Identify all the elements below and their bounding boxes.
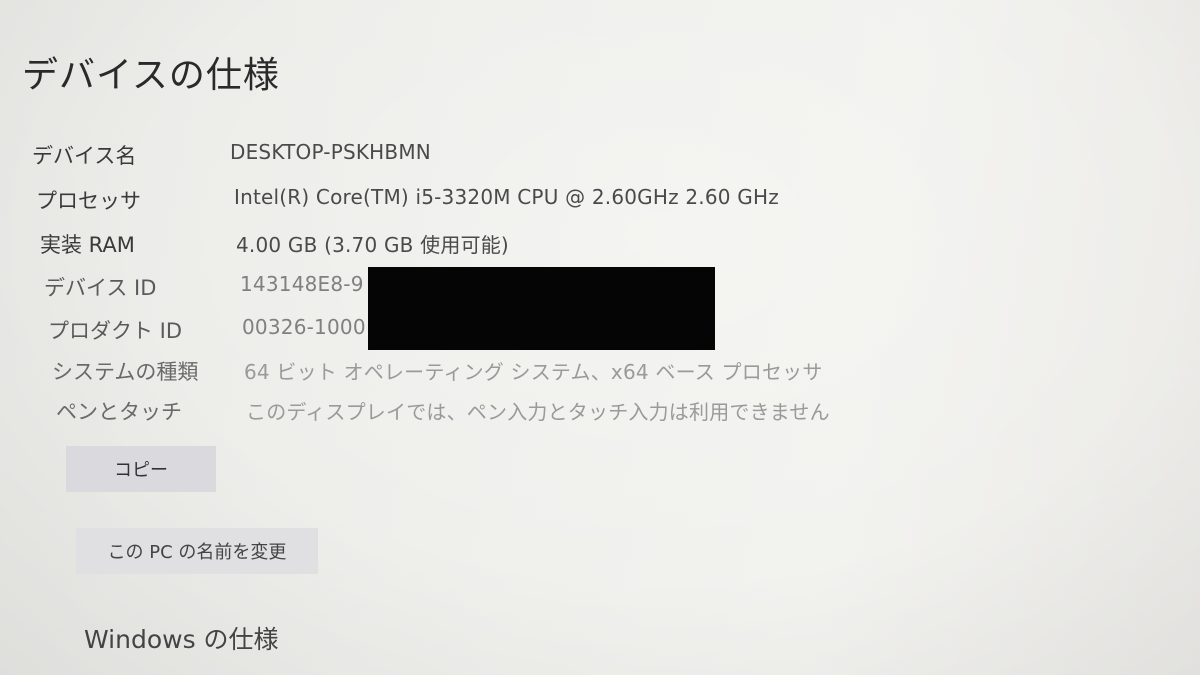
- spec-value: DESKTOP-PSKHBMN: [230, 140, 431, 164]
- spec-value: 64 ビット オペレーティング システム、x64 ベース プロセッサ: [244, 360, 823, 384]
- spec-label: プロセッサ: [36, 189, 141, 213]
- copy-button[interactable]: コピー: [66, 446, 216, 492]
- spec-value: 4.00 GB (3.70 GB 使用可能): [236, 233, 509, 257]
- spec-row-processor: プロセッサ Intel(R) Core(TM) i5-3320M CPU @ 2…: [36, 185, 936, 221]
- spec-label: デバイス名: [32, 144, 137, 168]
- spec-row-device-name: デバイス名 DESKTOP-PSKHBMN: [32, 140, 932, 176]
- spec-value: このディスプレイでは、ペン入力とタッチ入力は利用できません: [246, 400, 830, 424]
- page-title: デバイスの仕様: [22, 55, 280, 96]
- spec-row-pen-and-touch: ペンとタッチ このディスプレイでは、ペン入力とタッチ入力は利用できません: [56, 396, 956, 432]
- rename-pc-button[interactable]: この PC の名前を変更: [76, 528, 318, 574]
- windows-spec-heading: Windows の仕様: [84, 625, 279, 654]
- spec-label: 実装 RAM: [40, 233, 135, 257]
- spec-value: Intel(R) Core(TM) i5-3320M CPU @ 2.60GHz…: [234, 185, 779, 209]
- spec-label: システムの種類: [52, 360, 199, 384]
- spec-row-installed-ram: 実装 RAM 4.00 GB (3.70 GB 使用可能): [40, 229, 940, 265]
- spec-value: 00326-1000: [242, 315, 366, 339]
- spec-row-system-type: システムの種類 64 ビット オペレーティング システム、x64 ベース プロセ…: [52, 356, 952, 392]
- spec-label: デバイス ID: [44, 276, 157, 300]
- spec-label: プロダクト ID: [48, 319, 183, 343]
- redaction-block: [368, 267, 715, 350]
- spec-label: ペンとタッチ: [56, 400, 182, 424]
- spec-value: 143148E8-9: [240, 272, 364, 296]
